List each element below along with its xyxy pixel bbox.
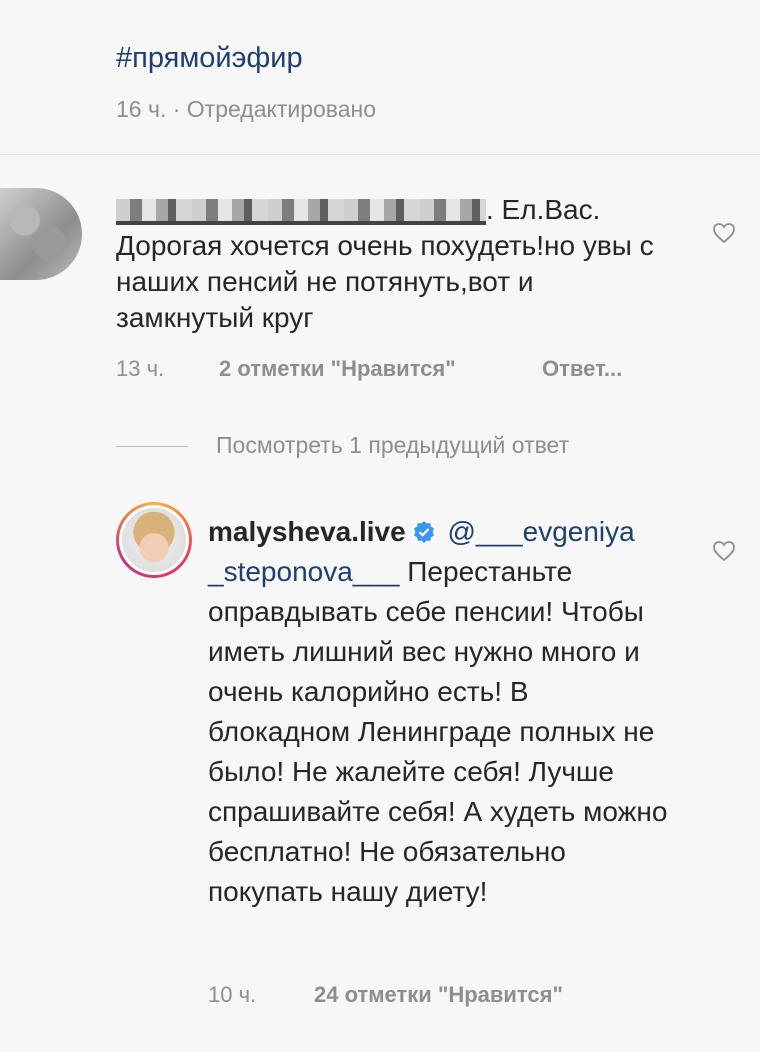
divider-line	[116, 446, 188, 447]
likes-count[interactable]: 24 отметки "Нравится"	[314, 982, 563, 1008]
avatar[interactable]	[116, 502, 192, 578]
avatar[interactable]	[0, 188, 82, 280]
comment-text: . Ел.Вас. Дорогая хочется очень похудеть…	[116, 192, 676, 336]
comment-actions: 13 ч. 2 отметки "Нравится" Ответ...	[116, 356, 622, 382]
comment-time: 13 ч.	[116, 356, 165, 381]
redacted-username	[116, 198, 486, 225]
comment-body: Перестаньте оправдывать себе пенсии! Что…	[208, 556, 668, 907]
post-hashtag[interactable]: #прямойэфир	[116, 42, 303, 75]
comment-actions: 10 ч. 24 отметки "Нравится"	[208, 982, 563, 1008]
reply-button[interactable]: Ответ...	[542, 356, 622, 382]
username[interactable]: malysheva.live	[208, 516, 406, 547]
likes-count[interactable]: 2 отметки "Нравится"	[219, 356, 456, 382]
comment-time: 10 ч.	[208, 982, 257, 1007]
view-previous-label[interactable]: Посмотреть 1 предыдущий ответ	[216, 432, 569, 459]
divider	[0, 154, 760, 155]
heart-icon[interactable]	[712, 540, 736, 562]
verified-badge-icon	[413, 521, 434, 543]
post-meta: 16 ч. · Отредактировано	[116, 96, 377, 122]
comment-text: malysheva.live @___evgeniya _steponova__…	[208, 512, 678, 912]
heart-icon[interactable]	[712, 222, 736, 244]
